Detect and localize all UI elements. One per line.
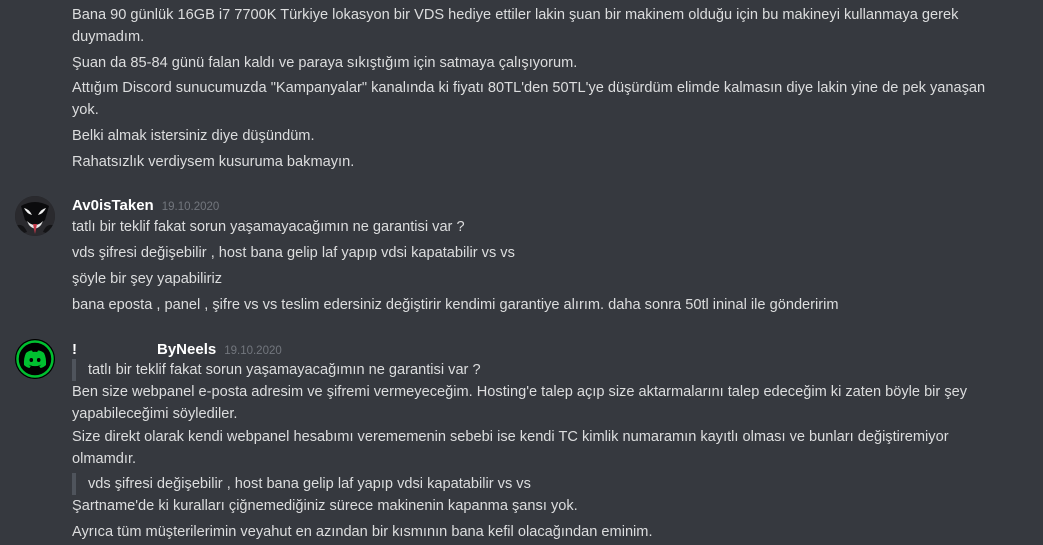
- quote-text: tatlı bir teklif fakat sorun yaşamayacağ…: [88, 362, 481, 378]
- quote-block: vds şifresi değişebilir , host bana geli…: [72, 473, 531, 495]
- quote-block: tatlı bir teklif fakat sorun yaşamayacağ…: [72, 359, 481, 381]
- venom-avatar-icon: [15, 196, 55, 236]
- message-text: tatlı bir teklif fakat sorun yaşamayacağ…: [72, 219, 465, 235]
- message-text: vds şifresi değişebilir , host bana geli…: [72, 245, 515, 261]
- message-text: şöyle bir şey yapabiliriz: [72, 271, 223, 287]
- message-text: Bana 90 günlük 16GB i7 7700K Türkiye lok…: [72, 7, 959, 45]
- user-avatar[interactable]: [15, 339, 55, 379]
- chat-messages: Bana 90 günlük 16GB i7 7700K Türkiye lok…: [0, 0, 1043, 545]
- message-text: Ayrıca tüm müşterilerimin veyahut en azı…: [72, 524, 653, 540]
- message-text: Size direkt olarak kendi webpanel hesabı…: [72, 429, 949, 467]
- message-text: bana eposta , panel , şifre vs vs teslim…: [72, 297, 839, 313]
- timestamp[interactable]: 19.10.2020: [224, 345, 282, 357]
- message-text: Rahatsızlık verdiysem kusuruma bakmayın.: [72, 154, 355, 170]
- message-text: Belki almak istersiniz diye düşündüm.: [72, 128, 315, 144]
- timestamp[interactable]: 19.10.2020: [162, 201, 220, 213]
- message-text: Şuan da 85-84 günü falan kaldı ve paraya…: [72, 55, 578, 71]
- user-avatar[interactable]: [15, 196, 55, 236]
- message-text: Şartname'de ki kuralları çiğnemediğiniz …: [72, 498, 578, 514]
- username[interactable]: Av0isTaken: [72, 197, 154, 214]
- quote-text: vds şifresi değişebilir , host bana geli…: [88, 476, 531, 492]
- discord-logo-icon: [15, 339, 55, 379]
- username[interactable]: ByNeels: [157, 341, 216, 358]
- message-text: Ben size webpanel e-posta adresim ve şif…: [72, 384, 968, 422]
- username-prefix[interactable]: !: [72, 341, 77, 358]
- message-text: Attığım Discord sunucumuzda "Kampanyalar…: [72, 80, 986, 118]
- message-header: Av0isTaken 19.10.2020: [72, 195, 219, 218]
